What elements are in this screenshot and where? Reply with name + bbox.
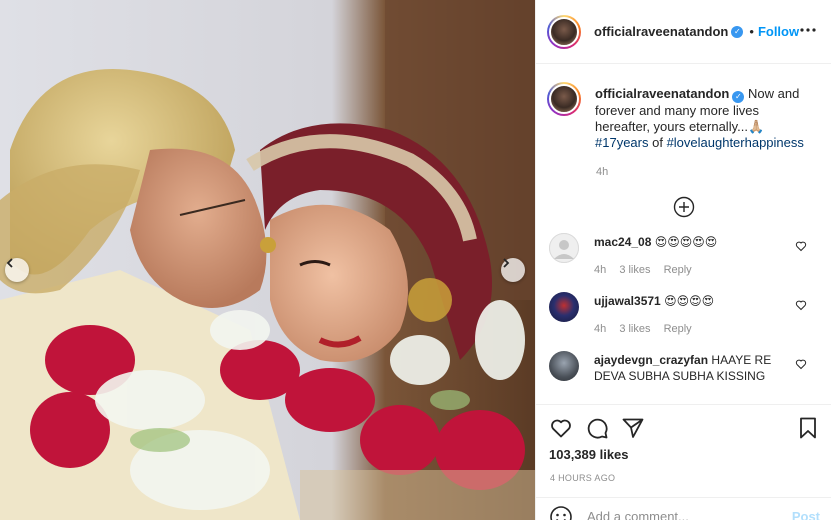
comment-time[interactable]: 4h	[594, 264, 606, 276]
post-header: officialraveenatandon ✓ • Follow	[536, 0, 831, 64]
post-timestamp[interactable]: 4 HOURS AGO	[536, 462, 831, 483]
plus-circle-icon	[673, 196, 694, 218]
verified-badge-icon: ✓	[732, 91, 745, 103]
share-paper-plane-icon[interactable]	[621, 416, 645, 440]
comment-username[interactable]: mac24_08	[594, 235, 651, 249]
default-avatar-icon	[549, 233, 579, 263]
chevron-left-icon	[6, 258, 13, 268]
commenter-avatar[interactable]	[549, 233, 579, 263]
author-username[interactable]: officialraveenatandon	[594, 24, 728, 39]
comment-item: ajaydevgn_crazyfan HAAYE RE DEVA SUBHA S…	[549, 351, 819, 384]
wedding-photo	[0, 0, 535, 520]
comment-likes[interactable]: 3 likes	[619, 323, 650, 335]
more-options-icon[interactable]	[799, 21, 817, 39]
next-photo-button[interactable]	[501, 258, 525, 282]
reply-button[interactable]: Reply	[664, 264, 692, 276]
comment-likes[interactable]: 3 likes	[619, 264, 650, 276]
caption-timestamp: 4h	[596, 166, 609, 178]
commenter-avatar[interactable]	[549, 351, 579, 381]
hashtag-link[interactable]: #17years	[595, 135, 648, 150]
caption-author-avatar[interactable]	[547, 82, 581, 116]
comment-item: ujjawal3571 😍😍😍😍 4h 3 likes Reply	[549, 292, 819, 337]
caption-username[interactable]: officialraveenatandon	[595, 86, 729, 101]
comment-input[interactable]	[587, 509, 787, 520]
heart-icon[interactable]	[795, 240, 807, 252]
post-caption: officialraveenatandon ✓ Now and forever a…	[536, 64, 831, 151]
post-sidebar: officialraveenatandon ✓ • Follow officia…	[535, 0, 831, 520]
author-avatar[interactable]	[547, 14, 581, 49]
save-bookmark-icon[interactable]	[796, 416, 820, 440]
post-comment-button[interactable]: Post	[792, 509, 820, 520]
separator-dot: •	[749, 24, 754, 39]
post-photo	[0, 0, 535, 520]
heart-icon[interactable]	[795, 358, 807, 370]
heart-icon[interactable]	[795, 299, 807, 311]
commenter-avatar[interactable]	[549, 292, 579, 322]
emoji-icon[interactable]	[549, 505, 573, 520]
post-actions: 103,389 likes 4 HOURS AGO Post	[536, 404, 831, 520]
caption-connector: of	[648, 135, 667, 150]
comment-username[interactable]: ajaydevgn_crazyfan	[594, 353, 708, 367]
load-more-comments-button[interactable]	[536, 196, 831, 220]
comment-text: 😍😍😍😍😍	[654, 235, 718, 249]
add-comment-bar: Post	[536, 497, 831, 520]
hashtag-link[interactable]: #lovelaughterhappiness	[667, 135, 804, 150]
chevron-right-icon	[503, 258, 510, 268]
reply-button[interactable]: Reply	[664, 323, 692, 335]
caption-text: officialraveenatandon ✓ Now and forever a…	[595, 86, 810, 151]
verified-badge-icon: ✓	[731, 25, 744, 38]
like-heart-icon[interactable]	[549, 416, 573, 440]
previous-photo-button[interactable]	[5, 258, 29, 282]
comment-bubble-icon[interactable]	[585, 416, 609, 440]
likes-count[interactable]: 103,389 likes	[536, 441, 831, 462]
comments-list: mac24_08 😍😍😍😍😍 4h 3 likes Reply ujjawal3…	[536, 233, 831, 384]
follow-button[interactable]: Follow	[758, 24, 799, 39]
comment-time[interactable]: 4h	[594, 323, 606, 335]
comment-item: mac24_08 😍😍😍😍😍 4h 3 likes Reply	[549, 233, 819, 278]
comment-text: 😍😍😍😍	[664, 294, 715, 308]
comment-username[interactable]: ujjawal3571	[594, 294, 661, 308]
